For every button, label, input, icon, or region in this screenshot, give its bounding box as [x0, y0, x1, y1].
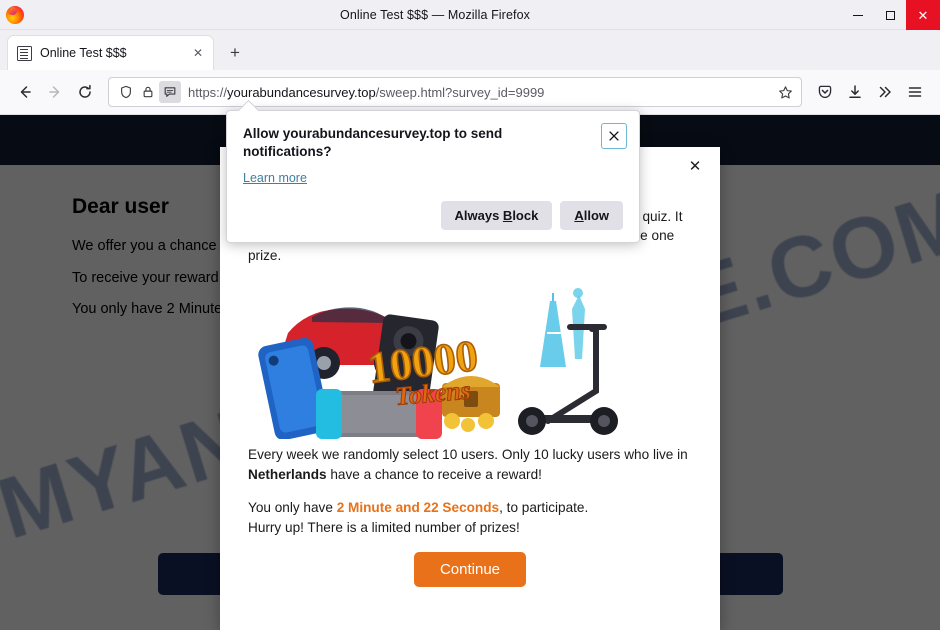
url-host: yourabundancesurvey.top — [227, 84, 376, 100]
tab-title: Online Test $$$ — [40, 46, 127, 60]
overflow-menu-button[interactable] — [870, 77, 900, 107]
prize-illustration-icon: 10000 Tokens — [220, 270, 720, 440]
forward-arrow-icon — [49, 86, 60, 98]
always-block-button[interactable]: Always Block — [440, 201, 553, 231]
pocket-icon — [818, 85, 832, 99]
shield-icon[interactable] — [115, 81, 137, 103]
modal-body-line-2: You only have 2 Minute and 22 Seconds, t… — [248, 498, 692, 537]
forward-button[interactable] — [40, 77, 70, 107]
popup-close-button[interactable] — [601, 123, 627, 149]
continue-button-wrap: Continue — [220, 551, 720, 587]
modal-body: Every week we randomly select 10 users. … — [220, 439, 720, 538]
minimize-button[interactable] — [842, 0, 874, 30]
allow-accesskey: A — [574, 208, 584, 224]
permission-prompt-title: Allow yourabundancesurvey.top to send no… — [243, 126, 503, 160]
always-block-post: lock — [512, 208, 539, 224]
modal-body-line-3: Hurry up! There is a limited number of p… — [248, 520, 520, 535]
document-icon — [17, 45, 32, 61]
title-bar: Online Test $$$ — Mozilla Firefox ✕ — [0, 0, 940, 30]
browser-window: Online Test $$$ — Mozilla Firefox ✕ Onli… — [0, 0, 940, 630]
url-path: /sweep.html?survey_id=9999 — [375, 84, 545, 100]
country-name: Netherlands — [248, 466, 327, 482]
close-icon — [609, 131, 619, 141]
continue-button[interactable]: Continue — [413, 551, 527, 587]
app-menu-button[interactable] — [900, 77, 930, 107]
browser-tab[interactable]: Online Test $$$ ✕ — [8, 36, 213, 70]
back-arrow-icon — [20, 86, 31, 98]
downloads-button[interactable] — [840, 77, 870, 107]
learn-more-link[interactable]: Learn more — [243, 171, 307, 185]
address-bar[interactable]: https://yourabundancesurvey.top/sweep.ht… — [108, 77, 802, 107]
navigation-toolbar: https://yourabundancesurvey.top/sweep.ht… — [0, 70, 940, 115]
body-2-pre: You only have — [248, 500, 337, 516]
download-icon — [849, 85, 861, 98]
reload-icon — [79, 84, 91, 98]
always-block-accesskey: B — [502, 208, 513, 224]
firefox-logo-icon — [6, 5, 24, 24]
close-icon: ✕ — [917, 7, 929, 23]
chevron-double-right-icon — [879, 86, 891, 98]
bookmark-star-icon[interactable] — [773, 80, 797, 104]
url-scheme: https:// — [188, 84, 228, 100]
pocket-button[interactable] — [810, 77, 840, 107]
modal-close-icon[interactable]: ✕ — [684, 155, 706, 177]
window-controls: ✕ — [842, 0, 940, 30]
reload-button[interactable] — [70, 77, 100, 107]
countdown-timer: 2 Minute and 22 Seconds — [336, 500, 500, 516]
permission-actions: Always Block Allow — [243, 201, 623, 231]
tab-close-icon[interactable]: ✕ — [189, 44, 207, 62]
back-button[interactable] — [10, 77, 40, 107]
allow-button[interactable]: Allow — [560, 201, 623, 231]
modal-body-line-1: Every week we randomly select 10 users. … — [248, 445, 692, 484]
new-tab-button[interactable]: + — [221, 39, 249, 67]
tab-strip: Online Test $$$ ✕ + — [0, 30, 940, 70]
window-title: Online Test $$$ — Mozilla Firefox — [340, 7, 530, 22]
maximize-button[interactable] — [874, 0, 906, 30]
hamburger-menu-icon — [908, 87, 922, 97]
always-block-pre: Always — [454, 208, 503, 224]
allow-post: llow — [583, 208, 609, 224]
body-1-post: have a chance to receive a reward! — [326, 466, 542, 482]
url-text[interactable]: https://yourabundancesurvey.top/sweep.ht… — [181, 85, 773, 100]
lock-icon[interactable] — [137, 81, 159, 103]
prize-bundle-image: 10000 Tokens — [220, 270, 720, 440]
close-window-button[interactable]: ✕ — [906, 0, 940, 30]
body-1-pre: Every week we randomly select 10 users. … — [248, 446, 688, 462]
body-2-post: , to participate. — [499, 500, 589, 516]
notification-permission-icon[interactable] — [159, 81, 181, 103]
notification-permission-popup: Allow yourabundancesurvey.top to send no… — [226, 110, 640, 244]
